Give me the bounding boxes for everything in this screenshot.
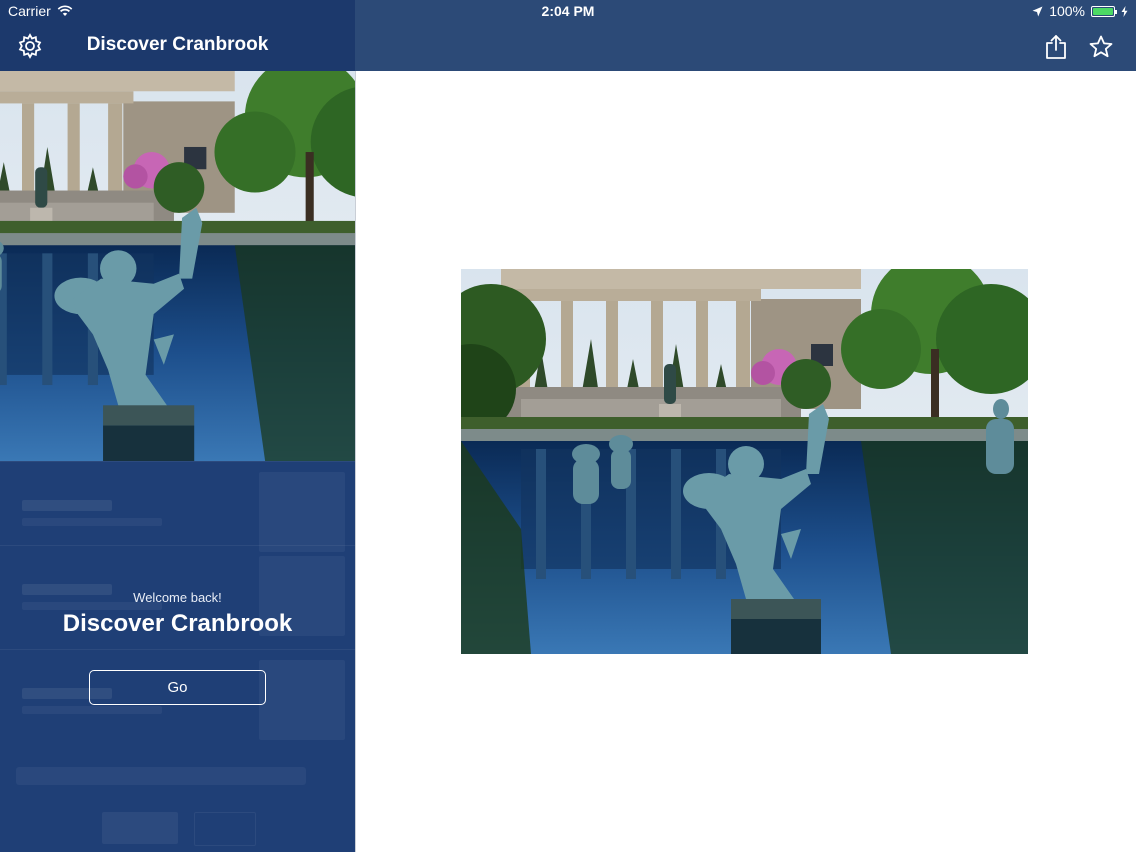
audio-player-bar: [0, 745, 355, 805]
status-bar: Carrier 2:04 PM 100%: [0, 0, 1136, 22]
star-icon[interactable]: [1088, 34, 1114, 60]
status-time: 2:04 PM: [541, 3, 595, 19]
tab-bar: [0, 808, 355, 852]
charging-bolt-icon: [1121, 5, 1128, 17]
tour-list-background: [0, 461, 355, 852]
split-divider: [355, 71, 356, 852]
museum-fountain-photo: [0, 71, 355, 461]
welcome-title: Discover Cranbrook: [62, 610, 293, 637]
location-arrow-icon: [1032, 6, 1043, 17]
welcome-greeting: Welcome back!: [133, 590, 222, 605]
go-button[interactable]: Go: [89, 670, 266, 705]
sidebar-title: Discover Cranbrook: [86, 34, 269, 55]
battery-icon: [1091, 5, 1117, 17]
museum-fountain-photo[interactable]: [461, 269, 1028, 654]
share-icon[interactable]: [1044, 34, 1068, 60]
sidebar: Discover Cranbrook Welcome back! Discove…: [0, 0, 355, 852]
battery-percent: 100%: [1049, 3, 1085, 19]
